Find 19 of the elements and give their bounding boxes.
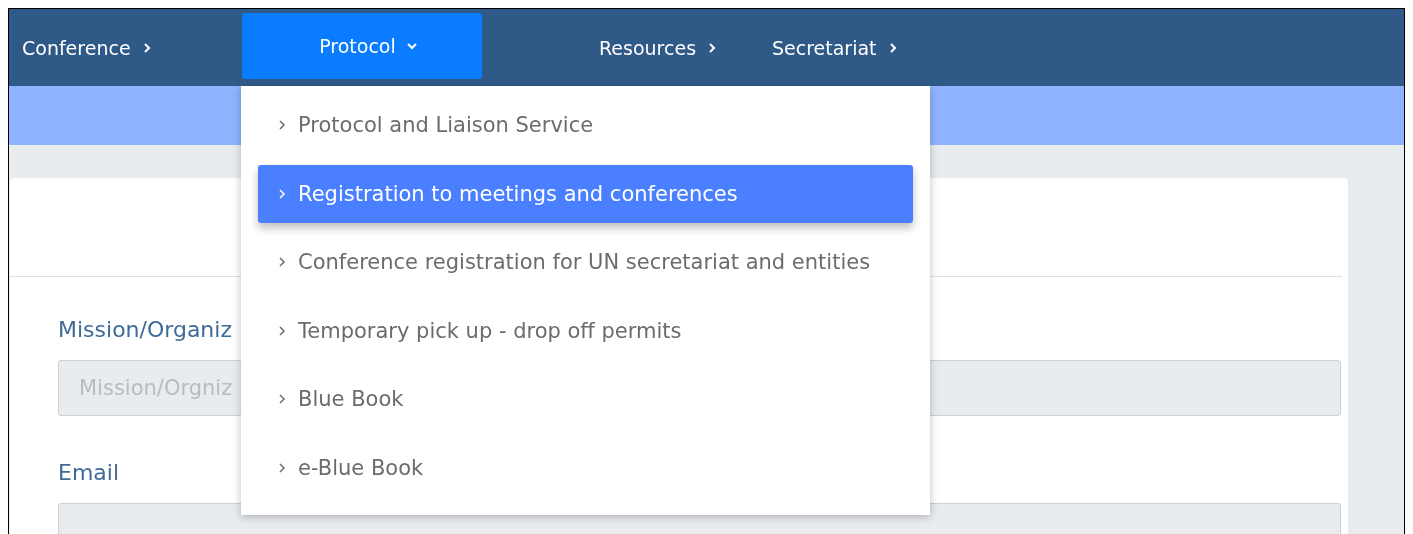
nav-menu-item[interactable]: Conference [9, 9, 242, 86]
menu-item[interactable]: Blue Book [258, 370, 913, 428]
menu-item[interactable]: Protocol and Liaison Service [258, 96, 913, 154]
menu-item[interactable]: Registration to meetings and conferences [258, 164, 913, 223]
nav-menu-item[interactable]: Secretariat [772, 9, 972, 86]
menu-item[interactable]: e-Blue Book [258, 438, 913, 497]
chevron-right-icon [278, 324, 286, 337]
nav-menu-item[interactable]: Resources [482, 9, 772, 86]
menu-item[interactable]: Conference registration for UN secretariat and entities [258, 233, 913, 291]
chevron-right-icon [278, 256, 286, 268]
field-label: Email [58, 460, 120, 485]
chevron-right-icon [278, 187, 286, 200]
chevron-right-icon [278, 119, 286, 131]
field-label: Mission/Organiz [58, 317, 232, 342]
chevron-right-icon [278, 461, 286, 474]
nav-menu-item[interactable]: Protocol [242, 13, 482, 79]
menu-item[interactable]: Temporary pick up - drop off permits [258, 301, 913, 360]
chevron-right-icon [278, 393, 286, 405]
chevron-down-icon [405, 40, 418, 52]
